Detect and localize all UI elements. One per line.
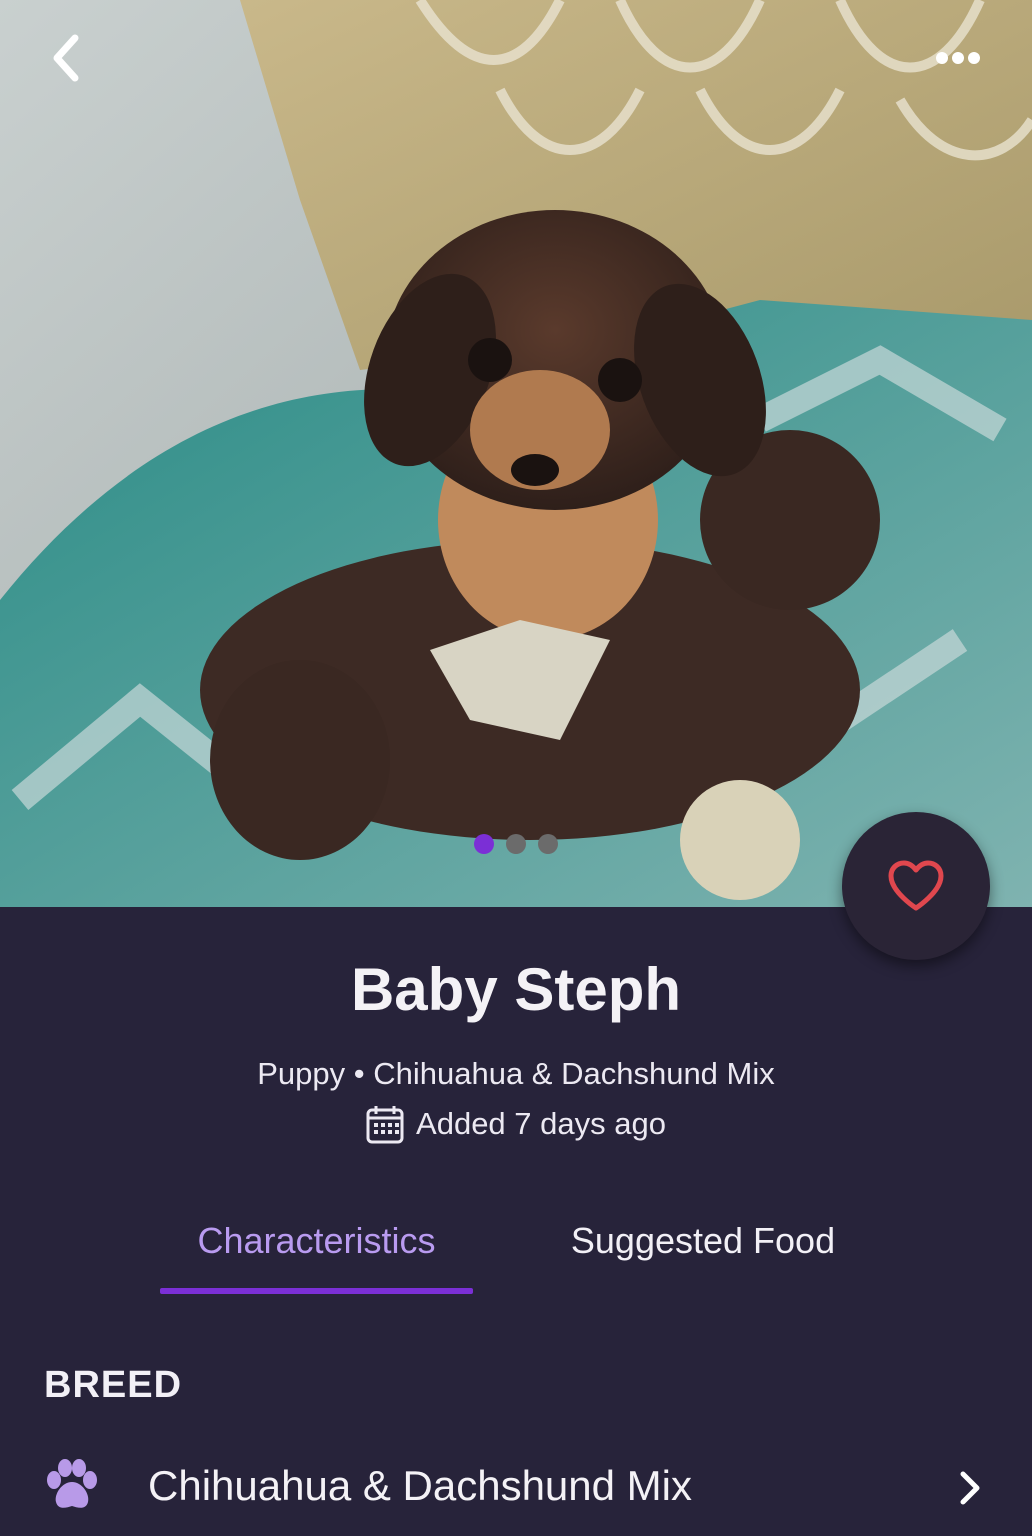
tab-suggested-food[interactable]: Suggested Food [545, 1220, 861, 1262]
breed-list-item[interactable]: Chihuahua & Dachshund Mix [0, 1440, 1032, 1536]
pet-photo-illustration [0, 0, 1032, 907]
pet-subtitle: Puppy • Chihuahua & Dachshund Mix [257, 1056, 775, 1091]
chevron-left-icon [53, 34, 79, 82]
paw-icon [47, 1459, 97, 1508]
pet-name: Baby Steph [350, 956, 682, 1023]
chevron-right-icon [960, 1471, 980, 1505]
calendar-icon [366, 1106, 404, 1144]
pet-photo[interactable] [0, 0, 1032, 907]
more-options-button[interactable] [928, 40, 988, 76]
carousel-dot[interactable] [506, 834, 526, 854]
added-date: Added 7 days ago [0, 1104, 1032, 1144]
added-date-text: Added 7 days ago [416, 1106, 666, 1141]
carousel-dot-active[interactable] [474, 834, 494, 854]
more-horizontal-icon [936, 52, 980, 64]
tab-characteristics[interactable]: Characteristics [160, 1220, 473, 1262]
heart-outline-icon [888, 860, 944, 911]
carousel-indicator [474, 834, 558, 854]
section-title-breed: BREED [44, 1364, 183, 1406]
back-button[interactable] [40, 30, 90, 86]
carousel-dot[interactable] [538, 834, 558, 854]
breed-name: Chihuahua & Dachshund Mix [148, 1462, 692, 1509]
active-tab-indicator [160, 1288, 473, 1294]
favorite-button[interactable] [842, 812, 990, 960]
